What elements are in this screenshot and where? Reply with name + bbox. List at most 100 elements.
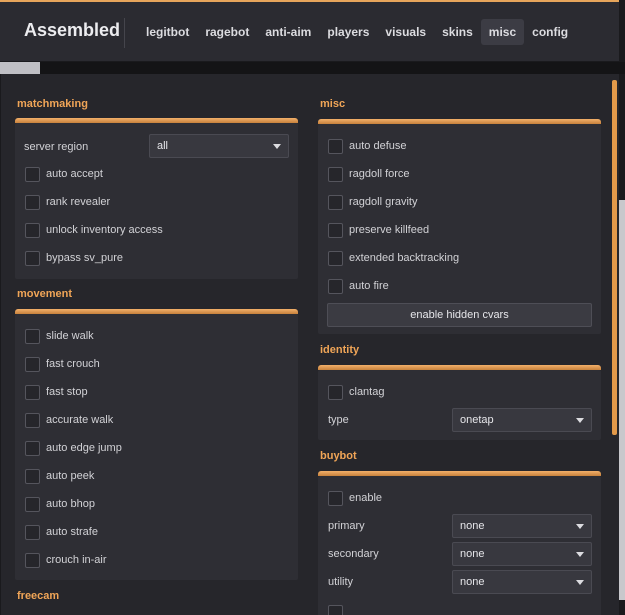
checkbox-label: auto fire bbox=[349, 280, 389, 292]
checkbox-box[interactable] bbox=[328, 278, 343, 294]
secondary-value: none bbox=[460, 548, 485, 560]
checkbox-label: ragdoll gravity bbox=[349, 196, 418, 208]
auto-strafe-checkbox[interactable]: auto strafe bbox=[25, 523, 98, 541]
identity-type-dropdown[interactable]: onetap bbox=[452, 408, 592, 432]
buybot-panel: enable primary none secondary none utili… bbox=[318, 471, 601, 615]
chevron-down-icon bbox=[273, 144, 281, 149]
crouch-in-air-checkbox[interactable]: crouch in-air bbox=[25, 551, 107, 569]
ragdoll-gravity-checkbox[interactable]: ragdoll gravity bbox=[328, 193, 417, 211]
checkbox-box[interactable] bbox=[25, 194, 40, 210]
chevron-down-icon bbox=[576, 580, 584, 585]
checkbox-label: ragdoll force bbox=[349, 168, 410, 180]
accurate-walk-checkbox[interactable]: accurate walk bbox=[25, 411, 113, 429]
auto-bhop-checkbox[interactable]: auto bhop bbox=[25, 495, 95, 513]
enable-hidden-cvars-button[interactable]: enable hidden cvars bbox=[327, 303, 592, 327]
server-region-label: server region bbox=[24, 141, 89, 153]
checkbox-box[interactable] bbox=[328, 166, 343, 182]
checkbox-box[interactable] bbox=[25, 250, 40, 266]
auto-edge-jump-checkbox[interactable]: auto edge jump bbox=[25, 439, 122, 457]
checkbox-box[interactable] bbox=[25, 524, 40, 540]
clantag-checkbox[interactable]: clantag bbox=[328, 383, 384, 401]
chevron-down-icon bbox=[576, 524, 584, 529]
tab-anti-aim[interactable]: anti-aim bbox=[257, 19, 319, 45]
checkbox-box[interactable] bbox=[25, 356, 40, 372]
checkbox-label: fast crouch bbox=[46, 358, 100, 370]
background-highlight bbox=[0, 62, 40, 74]
ragdoll-force-checkbox[interactable]: ragdoll force bbox=[328, 165, 410, 183]
checkbox-box[interactable] bbox=[328, 250, 343, 266]
primary-dropdown[interactable]: none bbox=[452, 514, 592, 538]
scrollbar[interactable] bbox=[612, 80, 617, 435]
identity-type-value: onetap bbox=[460, 414, 494, 426]
checkbox-label: fast stop bbox=[46, 386, 88, 398]
checkbox-box[interactable] bbox=[328, 222, 343, 238]
auto-accept-checkbox[interactable]: auto accept bbox=[25, 165, 103, 183]
primary-value: none bbox=[460, 520, 485, 532]
rank-revealer-checkbox[interactable]: rank revealer bbox=[25, 193, 110, 211]
server-region-dropdown[interactable]: all bbox=[149, 134, 289, 158]
matchmaking-title: matchmaking bbox=[17, 98, 88, 110]
type-label: type bbox=[328, 414, 349, 426]
buybot-enable-checkbox[interactable]: enable bbox=[328, 489, 382, 507]
checkbox-label: crouch in-air bbox=[46, 554, 107, 566]
tab-players[interactable]: players bbox=[319, 19, 377, 45]
chevron-down-icon bbox=[576, 418, 584, 423]
checkbox-label: auto peek bbox=[46, 470, 95, 482]
fast-stop-checkbox[interactable]: fast stop bbox=[25, 383, 88, 401]
checkbox-box[interactable] bbox=[25, 440, 40, 456]
identity-panel: clantag type onetap bbox=[318, 365, 601, 440]
checkbox-box[interactable] bbox=[25, 384, 40, 400]
checkbox-label: extended backtracking bbox=[349, 252, 460, 264]
tab-bar: legitbot ragebot anti-aim players visual… bbox=[138, 19, 576, 45]
bypass-sv-pure-checkbox[interactable]: bypass sv_pure bbox=[25, 249, 123, 267]
checkbox-box[interactable] bbox=[25, 166, 40, 182]
tab-misc[interactable]: misc bbox=[480, 19, 525, 45]
movement-title: movement bbox=[17, 288, 73, 300]
checkbox-label: auto strafe bbox=[46, 526, 98, 538]
partial-checkbox[interactable] bbox=[328, 603, 343, 615]
preserve-killfeed-checkbox[interactable]: preserve killfeed bbox=[328, 221, 429, 239]
fast-crouch-checkbox[interactable]: fast crouch bbox=[25, 355, 100, 373]
extended-backtracking-checkbox[interactable]: extended backtracking bbox=[328, 249, 459, 267]
checkbox-box[interactable] bbox=[328, 138, 343, 154]
background-strip bbox=[0, 62, 625, 74]
checkbox-label: accurate walk bbox=[46, 414, 114, 426]
checkbox-box[interactable] bbox=[328, 490, 343, 506]
tab-visuals[interactable]: visuals bbox=[377, 19, 434, 45]
checkbox-box[interactable] bbox=[328, 384, 343, 400]
checkbox-label: clantag bbox=[349, 386, 385, 398]
checkbox-label: preserve killfeed bbox=[349, 224, 430, 236]
checkbox-box[interactable] bbox=[25, 552, 40, 568]
unlock-inventory-checkbox[interactable]: unlock inventory access bbox=[25, 221, 163, 239]
auto-fire-checkbox[interactable]: auto fire bbox=[328, 277, 389, 295]
checkbox-label: rank revealer bbox=[46, 196, 111, 208]
utility-value: none bbox=[460, 576, 485, 588]
tab-legitbot[interactable]: legitbot bbox=[138, 19, 197, 45]
movement-panel: slide walk fast crouch fast stop accurat… bbox=[15, 309, 298, 580]
slide-walk-checkbox[interactable]: slide walk bbox=[25, 327, 94, 345]
secondary-dropdown[interactable]: none bbox=[452, 542, 592, 566]
server-region-value: all bbox=[157, 140, 169, 152]
auto-defuse-checkbox[interactable]: auto defuse bbox=[328, 137, 407, 155]
checkbox-box[interactable] bbox=[25, 412, 40, 428]
nav-divider bbox=[124, 18, 125, 48]
checkbox-box[interactable] bbox=[25, 496, 40, 512]
utility-dropdown[interactable]: none bbox=[452, 570, 592, 594]
utility-label: utility bbox=[328, 576, 354, 588]
auto-peek-checkbox[interactable]: auto peek bbox=[25, 467, 94, 485]
checkbox-box[interactable] bbox=[25, 328, 40, 344]
tab-ragebot[interactable]: ragebot bbox=[197, 19, 257, 45]
app-logo: Assembled bbox=[24, 20, 121, 40]
tab-skins[interactable]: skins bbox=[434, 19, 481, 45]
checkbox-label: slide walk bbox=[46, 330, 94, 342]
buybot-title: buybot bbox=[320, 450, 357, 462]
checkbox-box[interactable] bbox=[25, 222, 40, 238]
top-navigation-bar: Assembled legitbot ragebot anti-aim play… bbox=[0, 0, 619, 61]
checkbox-box[interactable] bbox=[25, 468, 40, 484]
tab-config[interactable]: config bbox=[524, 19, 576, 45]
checkbox-box[interactable] bbox=[328, 604, 343, 615]
identity-title: identity bbox=[320, 344, 360, 356]
misc-panel: auto defuse ragdoll force ragdoll gravit… bbox=[318, 119, 601, 334]
checkbox-box[interactable] bbox=[328, 194, 343, 210]
checkbox-label: auto bhop bbox=[46, 498, 95, 510]
